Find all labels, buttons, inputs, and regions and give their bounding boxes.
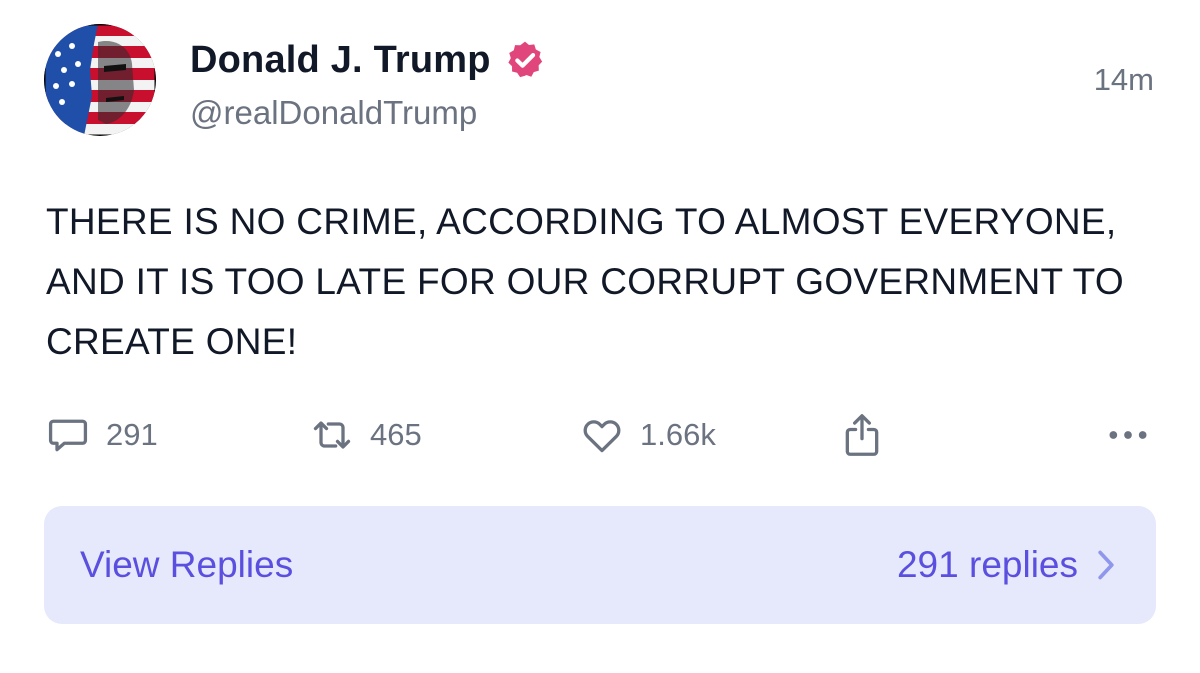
flag-portrait-avatar <box>44 24 156 136</box>
post-timestamp: 14m <box>1093 62 1154 97</box>
verified-badge-icon <box>503 38 547 82</box>
like-button[interactable]: 1.66k <box>580 410 716 460</box>
like-count: 1.66k <box>640 417 716 452</box>
repost-button[interactable]: 465 <box>310 410 422 460</box>
reply-button[interactable]: 291 <box>46 410 158 460</box>
repost-count: 465 <box>370 417 422 452</box>
repost-icon <box>310 413 354 457</box>
avatar[interactable] <box>44 24 156 136</box>
author-name-row: Donald J. Trump <box>190 36 547 84</box>
view-replies-label: View Replies <box>80 544 294 585</box>
heart-icon <box>580 413 624 457</box>
view-replies-bar[interactable]: View Replies 291 replies <box>44 506 1156 624</box>
reply-bubble-icon <box>46 413 90 457</box>
post-body-text: THERE IS NO CRIME, ACCORDING TO ALMOST E… <box>46 201 1124 362</box>
author-display-name[interactable]: Donald J. Trump <box>190 39 491 82</box>
more-options-button[interactable] <box>1104 410 1152 460</box>
replies-count-group: 291 replies <box>897 506 1116 624</box>
post-actions-bar: 291 465 1.66k <box>0 410 1200 460</box>
reply-count: 291 <box>106 417 158 452</box>
share-icon <box>840 411 884 459</box>
replies-count-label: 291 replies <box>896 544 1078 585</box>
chevron-right-icon <box>1096 548 1116 582</box>
more-dots-icon <box>1104 413 1152 457</box>
truth-post: Donald J. Trump @realDonaldTrump 14m THE… <box>0 0 1200 673</box>
share-button[interactable] <box>840 410 884 460</box>
author-handle[interactable]: @realDonaldTrump <box>190 94 477 132</box>
